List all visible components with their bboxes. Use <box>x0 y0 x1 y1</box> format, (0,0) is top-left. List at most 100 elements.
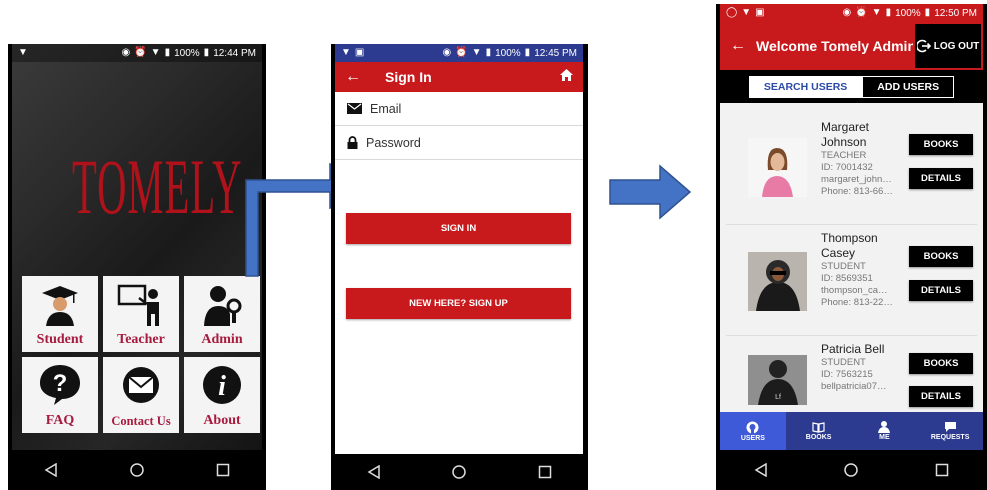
home-menu-grid: Student Teacher Admin ? FAQ Contact Us i… <box>22 276 260 433</box>
password-placeholder: Password <box>366 135 421 150</box>
tab-search-users[interactable]: SEARCH USERS <box>748 75 863 98</box>
sign-in-button[interactable]: SIGN IN <box>346 213 571 244</box>
phone-sign-in-screen: ▼ ▣ ◉ ⏰ ▼ ▮ 100% ▮ 12:45 PM ← Sign In Em… <box>331 44 588 490</box>
list-item: Margaret Johnson TEACHER ID: 7001432 mar… <box>726 114 977 225</box>
back-triangle-icon[interactable] <box>746 455 776 485</box>
alarm-icon: ⏰ <box>855 7 868 18</box>
avatar <box>748 252 807 311</box>
recents-square-icon[interactable] <box>530 457 560 487</box>
books-button[interactable]: BOOKS <box>909 353 973 374</box>
battery-icon: ▮ <box>203 47 210 58</box>
menu-tile-teacher[interactable]: Teacher <box>103 276 179 352</box>
battery-level: 100% <box>174 47 200 59</box>
user-phone: Phone: 813-22… <box>821 297 893 308</box>
svg-text:?: ? <box>53 370 68 397</box>
menu-tile-contact-us[interactable]: Contact Us <box>103 357 179 433</box>
menu-tile-student[interactable]: Student <box>22 276 98 352</box>
user-name: Margaret <box>821 120 870 134</box>
home-icon[interactable] <box>560 68 573 86</box>
user-name: Thompson <box>821 231 878 245</box>
menu-tile-about[interactable]: i About <box>184 357 260 433</box>
info-icon: i <box>184 361 260 409</box>
back-triangle-icon[interactable] <box>359 457 389 487</box>
menu-tile-faq[interactable]: ? FAQ <box>22 357 98 433</box>
signal-icon: ▮ <box>485 47 492 58</box>
signal-icon: ▮ <box>164 47 171 58</box>
person-icon <box>878 421 891 433</box>
logout-button[interactable]: LOG OUT <box>913 22 983 70</box>
tab-add-users[interactable]: ADD USERS <box>862 75 955 98</box>
menu-label: Teacher <box>117 332 165 347</box>
back-arrow-icon[interactable]: ← <box>345 68 385 86</box>
whatsapp-icon: ◯ <box>726 7 738 18</box>
home-circle-icon[interactable] <box>122 455 152 485</box>
sync-icon: ◉ <box>442 47 452 58</box>
user-phone: Phone: 813-66… <box>821 186 893 197</box>
user-email: margaret_john… <box>821 174 892 185</box>
system-nav-bar <box>8 450 266 490</box>
page-title: Welcome Tomely Admin <box>756 38 916 54</box>
books-button[interactable]: BOOKS <box>909 246 973 267</box>
details-button[interactable]: DETAILS <box>909 280 973 301</box>
menu-label: Admin <box>201 332 243 347</box>
svg-text:Lf: Lf <box>775 394 781 401</box>
envelope-icon <box>103 361 179 409</box>
sign-in-screen: ▼ ▣ ◉ ⏰ ▼ ▮ 100% ▮ 12:45 PM ← Sign In Em… <box>335 44 583 454</box>
user-role: TEACHER <box>821 150 867 161</box>
envelope-icon <box>347 103 362 114</box>
clock: 12:50 PM <box>934 7 977 19</box>
status-bar: ▼ ▣ ◉ ⏰ ▼ ▮ 100% ▮ 12:45 PM <box>335 44 583 62</box>
system-nav-bar <box>331 454 588 490</box>
app-logo: TOMELY <box>72 143 243 230</box>
teacher-board-icon <box>103 280 179 328</box>
nav-books[interactable]: BOOKS <box>786 412 852 450</box>
list-item: Thompson Casey STUDENT ID: 8569351 thomp… <box>726 225 977 336</box>
details-button[interactable]: DETAILS <box>909 386 973 407</box>
user-list: Margaret Johnson TEACHER ID: 7001432 mar… <box>726 114 977 447</box>
home-circle-icon[interactable] <box>444 457 474 487</box>
nav-users[interactable]: USERS <box>720 412 786 450</box>
admin-key-icon <box>184 280 260 328</box>
user-id: ID: 7001432 <box>821 162 873 173</box>
nav-label: ME <box>879 434 890 441</box>
signal-icon: ▮ <box>885 7 892 18</box>
wifi-icon: ▼ <box>871 7 882 18</box>
user-email: thompson_ca… <box>821 285 888 296</box>
page-title: Sign In <box>385 69 432 85</box>
menu-label: Contact Us <box>111 414 171 428</box>
back-arrow-icon[interactable]: ← <box>730 37 756 55</box>
app-bar: ← Sign In <box>335 62 583 92</box>
flow-arrow-icon <box>609 164 692 220</box>
question-mark-icon: ? <box>22 361 98 409</box>
nav-label: BOOKS <box>805 433 832 441</box>
nav-label: USERS <box>740 434 765 442</box>
clock: 12:45 PM <box>534 47 577 59</box>
user-role: STUDENT <box>821 261 866 272</box>
home-circle-icon[interactable] <box>836 455 866 485</box>
user-name: Johnson <box>821 135 867 149</box>
menu-label: FAQ <box>45 413 75 428</box>
alarm-icon: ⏰ <box>455 47 468 58</box>
phone-home-screen: ▼ ◉ ⏰ ▼ ▮ 100% ▮ 12:44 PM TOMELY Student… <box>8 44 266 490</box>
books-button[interactable]: BOOKS <box>909 134 973 155</box>
sync-icon: ◉ <box>842 7 852 18</box>
password-field[interactable]: Password <box>335 126 583 160</box>
menu-tile-admin[interactable]: Admin <box>184 276 260 352</box>
user-role: STUDENT <box>821 357 866 368</box>
sign-up-button[interactable]: NEW HERE? SIGN UP <box>346 288 571 319</box>
admin-screen: ◯ ▼ ▣ ◉ ⏰ ▼ ▮ 100% ▮ 12:50 PM ← Welcome … <box>720 4 983 450</box>
nav-requests[interactable]: REQUESTS <box>917 412 983 450</box>
nav-me[interactable]: ME <box>852 412 918 450</box>
battery-level: 100% <box>895 7 921 19</box>
recents-square-icon[interactable] <box>927 455 957 485</box>
recents-square-icon[interactable] <box>208 455 238 485</box>
menu-label: Student <box>36 332 84 347</box>
back-triangle-icon[interactable] <box>36 455 66 485</box>
user-name: Casey <box>821 246 856 260</box>
wifi-icon: ▼ <box>150 47 161 58</box>
email-field[interactable]: Email <box>335 92 583 126</box>
nav-label: REQUESTS <box>930 434 970 441</box>
details-button[interactable]: DETAILS <box>909 168 973 189</box>
user-name: Patricia Bell <box>821 342 885 356</box>
home-screen: ▼ ◉ ⏰ ▼ ▮ 100% ▮ 12:44 PM TOMELY Student… <box>12 44 262 450</box>
